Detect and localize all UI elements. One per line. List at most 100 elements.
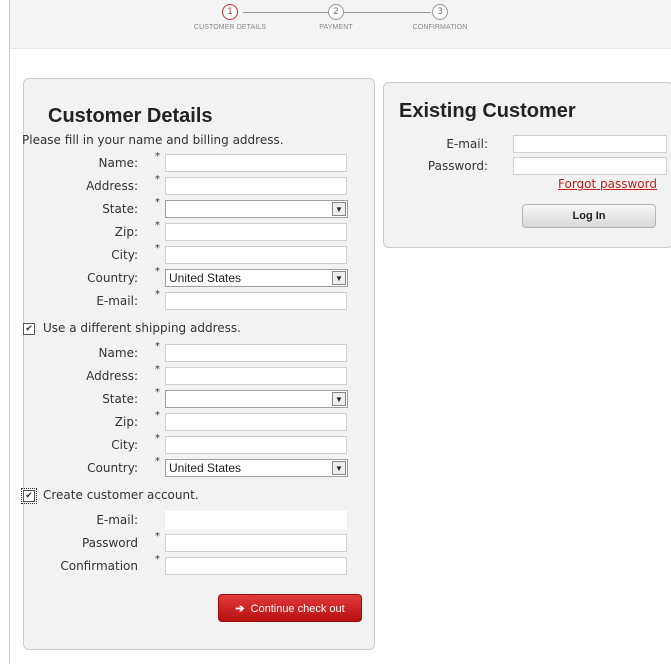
billing-email-label: E-mail: xyxy=(96,294,138,308)
required-mark: * xyxy=(155,174,160,185)
required-mark: * xyxy=(155,387,160,398)
shipping-country-row: Country: * United States ▼ xyxy=(24,456,374,479)
step-label: PAYMENT xyxy=(319,24,353,31)
shipping-zip-input[interactable] xyxy=(165,413,347,431)
login-password-row: Password: xyxy=(384,157,671,177)
billing-city-input[interactable] xyxy=(165,246,347,264)
login-password-input[interactable] xyxy=(513,157,667,175)
account-email-input[interactable] xyxy=(165,511,347,529)
required-mark: * xyxy=(155,456,160,467)
account-email-label: E-mail: xyxy=(96,513,138,527)
billing-zip-row: Zip: * xyxy=(24,220,374,243)
login-password-label: Password: xyxy=(427,159,488,173)
continue-checkout-label: Continue check out xyxy=(250,603,345,615)
required-mark: * xyxy=(155,197,160,208)
required-mark: * xyxy=(155,220,160,231)
login-email-input[interactable] xyxy=(513,135,667,153)
billing-name-row: Name: * xyxy=(24,151,374,174)
shipping-city-row: City: * xyxy=(24,433,374,456)
required-mark: * xyxy=(155,266,160,277)
account-confirmation-input[interactable] xyxy=(165,557,347,575)
billing-zip-input[interactable] xyxy=(165,223,347,241)
shipping-city-input[interactable] xyxy=(165,436,347,454)
shipping-name-label: Name: xyxy=(98,346,138,360)
step-number: 1 xyxy=(222,4,238,20)
shipping-zip-row: Zip: * xyxy=(24,410,374,433)
billing-country-select[interactable]: United States ▼ xyxy=(165,269,348,287)
required-mark: * xyxy=(155,243,160,254)
shipping-state-label: State: xyxy=(102,392,138,406)
required-mark: * xyxy=(155,433,160,444)
account-password-label: Password xyxy=(81,536,138,550)
shipping-checkbox-label: Use a different shipping address. xyxy=(43,321,241,335)
required-mark: * xyxy=(155,341,160,352)
create-account-toggle[interactable]: ✔ Create customer account. xyxy=(21,487,199,506)
continue-checkout-button[interactable]: ➔ Continue check out xyxy=(218,594,362,622)
shipping-state-select[interactable]: ▼ xyxy=(165,390,348,408)
required-mark: * xyxy=(155,554,160,565)
step-number: 3 xyxy=(432,4,448,20)
billing-address-label: Address: xyxy=(86,179,138,193)
billing-country-row: Country: * United States ▼ xyxy=(24,266,374,289)
step-customer-details: 1 CUSTOMER DETAILS xyxy=(175,4,285,31)
account-password-row: Password * xyxy=(24,531,374,554)
dropdown-arrow-icon[interactable]: ▼ xyxy=(332,271,346,285)
account-confirmation-row: Confirmation * xyxy=(24,554,374,577)
customer-details-intro: Please fill in your name and billing add… xyxy=(22,133,284,147)
account-confirmation-label: Confirmation xyxy=(60,559,138,573)
existing-customer-title: Existing Customer xyxy=(399,100,576,122)
step-number: 2 xyxy=(328,4,344,20)
billing-state-row: State: * ▼ xyxy=(24,197,374,220)
forgot-password-link[interactable]: Forgot password xyxy=(558,177,657,191)
shipping-country-label: Country: xyxy=(87,461,138,475)
arrow-right-icon: ➔ xyxy=(235,603,245,615)
shipping-address-label: Address: xyxy=(86,369,138,383)
shipping-name-input[interactable] xyxy=(165,344,347,362)
dropdown-arrow-icon[interactable]: ▼ xyxy=(332,461,346,475)
shipping-name-row: Name: * xyxy=(24,341,374,364)
billing-state-select[interactable]: ▼ xyxy=(165,200,348,218)
billing-name-input[interactable] xyxy=(165,154,347,172)
customer-details-panel: Customer Details Please fill in your nam… xyxy=(21,78,375,650)
dropdown-arrow-icon[interactable]: ▼ xyxy=(332,202,346,216)
log-in-button[interactable]: Log In xyxy=(522,204,656,228)
shipping-toggle[interactable]: ✔ Use a different shipping address. xyxy=(23,321,241,339)
existing-customer-panel: Existing Customer E-mail: Password: Forg… xyxy=(383,82,671,248)
login-email-row: E-mail: xyxy=(384,135,671,155)
billing-country-value: United States xyxy=(169,271,242,285)
shipping-address-input[interactable] xyxy=(165,367,347,385)
required-mark: * xyxy=(155,410,160,421)
dropdown-arrow-icon[interactable]: ▼ xyxy=(332,392,346,406)
shipping-country-select[interactable]: United States ▼ xyxy=(165,459,348,477)
login-email-label: E-mail: xyxy=(446,137,488,151)
account-email-row: E-mail: xyxy=(24,511,374,531)
account-password-input[interactable] xyxy=(165,534,347,552)
billing-address-row: Address: * xyxy=(24,174,374,197)
step-payment: 2 PAYMENT xyxy=(281,4,391,31)
billing-email-row: E-mail: * xyxy=(24,289,374,312)
billing-address-input[interactable] xyxy=(165,177,347,195)
shipping-address-row: Address: * xyxy=(24,364,374,387)
required-mark: * xyxy=(155,364,160,375)
step-confirmation: 3 CONFIRMATION xyxy=(385,4,495,31)
required-mark: * xyxy=(155,289,160,300)
step-label: CUSTOMER DETAILS xyxy=(193,24,267,31)
create-account-checkbox[interactable]: ✔ xyxy=(21,487,37,504)
progress-steps: 1 CUSTOMER DETAILS 2 PAYMENT 3 CONFIRMAT… xyxy=(10,0,671,49)
shipping-city-label: City: xyxy=(111,438,138,452)
billing-name-label: Name: xyxy=(98,156,138,170)
create-account-checkbox-label: Create customer account. xyxy=(43,488,199,502)
billing-state-label: State: xyxy=(102,202,138,216)
billing-email-input[interactable] xyxy=(165,292,347,310)
customer-details-title: Customer Details xyxy=(48,105,213,127)
shipping-state-row: State: * ▼ xyxy=(24,387,374,410)
billing-city-row: City: * xyxy=(24,243,374,266)
shipping-zip-label: Zip: xyxy=(114,415,138,429)
required-mark: * xyxy=(155,151,160,162)
billing-zip-label: Zip: xyxy=(114,225,138,239)
shipping-checkbox[interactable]: ✔ xyxy=(23,322,35,335)
shipping-country-value: United States xyxy=(169,461,242,475)
billing-city-label: City: xyxy=(111,248,138,262)
checkout-page: 1 CUSTOMER DETAILS 2 PAYMENT 3 CONFIRMAT… xyxy=(9,0,671,664)
step-label: CONFIRMATION xyxy=(412,24,468,31)
